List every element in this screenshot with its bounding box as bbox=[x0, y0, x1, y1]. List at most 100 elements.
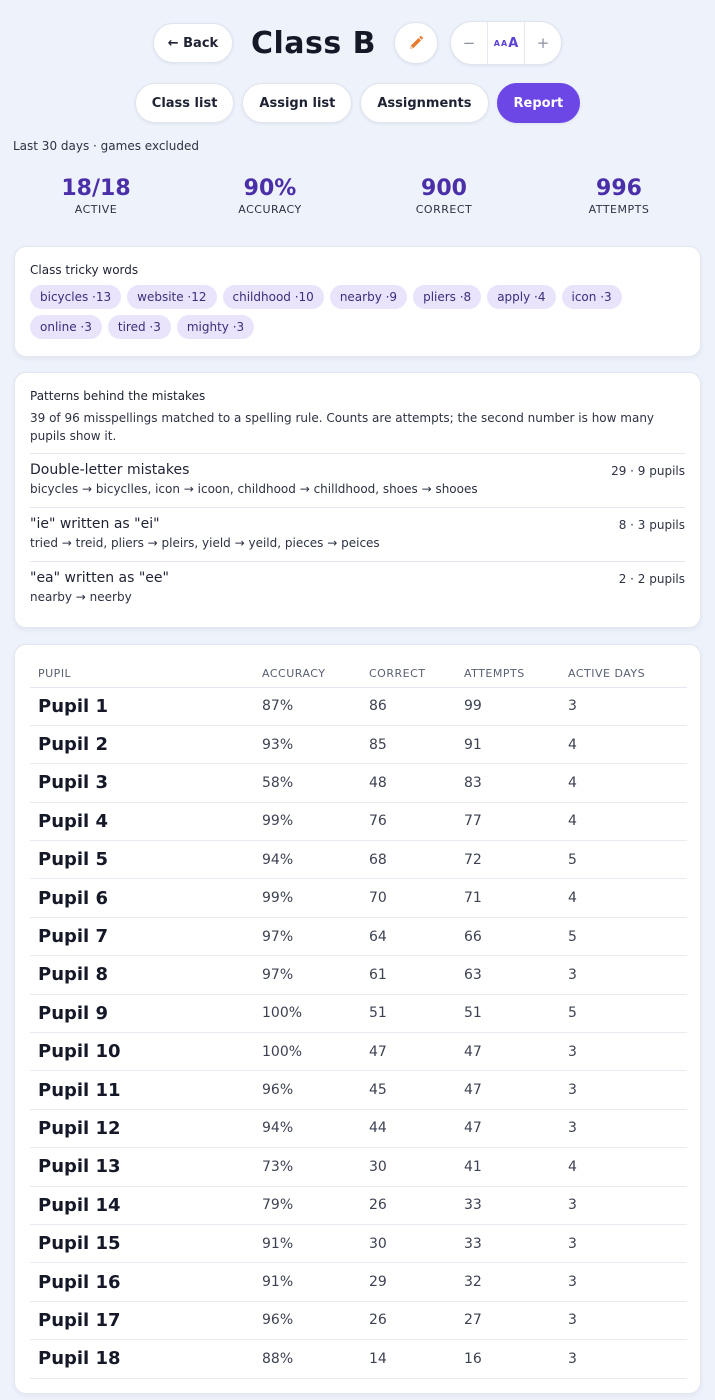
tricky-word-chip[interactable]: nearby ·9 bbox=[329, 285, 408, 309]
tricky-word-chip[interactable]: pliers ·8 bbox=[413, 285, 482, 309]
attempts-cell: 66 bbox=[464, 917, 568, 957]
attempts-cell: 99 bbox=[464, 687, 568, 726]
attempts-cell: 77 bbox=[464, 802, 568, 842]
correct-cell: 14 bbox=[369, 1339, 464, 1379]
table-row[interactable]: Pupil 18 88% 14 16 3 bbox=[30, 1339, 687, 1379]
header: ← Back Class B − A A A + bbox=[0, 20, 715, 66]
correct-cell: 29 bbox=[369, 1262, 464, 1302]
correct-cell: 64 bbox=[369, 917, 464, 957]
attempts-cell: 91 bbox=[464, 725, 568, 765]
tricky-word-chip[interactable]: childhood ·10 bbox=[222, 285, 324, 309]
font-size-indicator[interactable]: A A A bbox=[487, 22, 526, 64]
pattern-row: Double-letter mistakes bicycles → bicycll… bbox=[30, 453, 685, 499]
tricky-word-chip[interactable]: website ·12 bbox=[127, 285, 217, 309]
table-row[interactable]: Pupil 10 100% 47 47 3 bbox=[30, 1032, 687, 1072]
table-row[interactable]: Pupil 6 99% 70 71 4 bbox=[30, 878, 687, 918]
stat-value: 996 bbox=[596, 176, 642, 201]
table-header-row: PUPIL ACCURACY CORRECT ATTEMPTS ACTIVE D… bbox=[30, 661, 687, 688]
active-days-cell: 4 bbox=[568, 878, 687, 918]
correct-cell: 26 bbox=[369, 1186, 464, 1225]
font-size-control: − A A A + bbox=[450, 21, 563, 65]
table-row[interactable]: Pupil 4 99% 76 77 4 bbox=[30, 802, 687, 842]
table-row[interactable]: Pupil 8 97% 61 63 3 bbox=[30, 955, 687, 995]
font-decrease-button[interactable]: − bbox=[451, 22, 487, 64]
attempts-cell: 83 bbox=[464, 763, 568, 803]
pupil-name-cell: Pupil 16 bbox=[30, 1262, 262, 1302]
correct-cell: 76 bbox=[369, 802, 464, 842]
table-row[interactable]: Pupil 17 96% 26 27 3 bbox=[30, 1301, 687, 1341]
tab-report[interactable]: Report bbox=[496, 83, 581, 123]
pupil-name-cell: Pupil 4 bbox=[30, 802, 262, 842]
pupil-name-cell: Pupil 14 bbox=[30, 1186, 262, 1225]
tricky-word-chip[interactable]: mighty ·3 bbox=[176, 315, 255, 339]
table-row[interactable]: Pupil 12 94% 44 47 3 bbox=[30, 1109, 687, 1149]
stat-active: 18/18 ACTIVE bbox=[26, 176, 166, 216]
stat-label: CORRECT bbox=[415, 203, 473, 216]
accuracy-cell: 94% bbox=[262, 1109, 369, 1149]
table-row[interactable]: Pupil 2 93% 85 91 4 bbox=[30, 725, 687, 765]
accuracy-cell: 91% bbox=[262, 1224, 369, 1264]
pupil-name-cell: Pupil 1 bbox=[30, 687, 262, 726]
stat-value: 900 bbox=[421, 176, 467, 201]
table-row[interactable]: Pupil 9 100% 51 51 5 bbox=[30, 994, 687, 1034]
active-days-cell: 5 bbox=[568, 917, 687, 957]
tab-class-list[interactable]: Class list bbox=[134, 83, 235, 123]
active-days-cell: 4 bbox=[568, 802, 687, 842]
pattern-count: 2 · 2 pupils bbox=[618, 572, 685, 586]
tricky-word-chip[interactable]: online ·3 bbox=[30, 315, 102, 339]
correct-cell: 26 bbox=[369, 1301, 464, 1341]
page-title: Class B bbox=[250, 25, 377, 61]
pupil-name-cell: Pupil 5 bbox=[30, 840, 262, 880]
pattern-row: "ea" written as "ee" nearby → neerby 2 · 2… bbox=[30, 561, 685, 607]
pattern-examples: bicycles → bicyclles, icon → icoon, chil… bbox=[30, 482, 478, 496]
table-row[interactable]: Pupil 5 94% 68 72 5 bbox=[30, 840, 687, 880]
accuracy-cell: 94% bbox=[262, 840, 369, 880]
col-header-active-days[interactable]: ACTIVE DAYS bbox=[568, 661, 687, 688]
pattern-examples: tried → treid, pliers → pleirs, yield → … bbox=[30, 536, 380, 550]
attempts-cell: 33 bbox=[464, 1186, 568, 1225]
active-days-cell: 3 bbox=[568, 1339, 687, 1379]
accuracy-cell: 88% bbox=[262, 1339, 369, 1379]
table-row[interactable]: Pupil 3 58% 48 83 4 bbox=[30, 763, 687, 803]
patterns-title: Patterns behind the mistakes bbox=[30, 389, 206, 403]
col-header-pupil[interactable]: PUPIL bbox=[30, 661, 262, 688]
col-header-correct[interactable]: CORRECT bbox=[369, 661, 464, 688]
col-header-attempts[interactable]: ATTEMPTS bbox=[464, 661, 568, 688]
accuracy-cell: 100% bbox=[262, 994, 369, 1034]
table-row[interactable]: Pupil 7 97% 64 66 5 bbox=[30, 917, 687, 957]
active-days-cell: 3 bbox=[568, 1301, 687, 1341]
table-row[interactable]: Pupil 1 87% 86 99 3 bbox=[30, 687, 687, 726]
accuracy-cell: 87% bbox=[262, 687, 369, 726]
tricky-words-card: Class tricky words bicycles ·13 website ·… bbox=[14, 246, 701, 357]
pattern-name: "ea" written as "ee" bbox=[30, 570, 169, 586]
tricky-word-chip[interactable]: bicycles ·13 bbox=[30, 285, 122, 309]
table-row[interactable]: Pupil 16 91% 29 32 3 bbox=[30, 1262, 687, 1302]
back-button[interactable]: ← Back bbox=[152, 23, 233, 63]
tricky-word-chip[interactable]: apply ·4 bbox=[487, 285, 556, 309]
tab-assignments[interactable]: Assignments bbox=[360, 83, 489, 123]
font-increase-button[interactable]: + bbox=[525, 22, 561, 64]
active-days-cell: 3 bbox=[568, 1070, 687, 1110]
table-row[interactable]: Pupil 13 73% 30 41 4 bbox=[30, 1147, 687, 1187]
active-days-cell: 3 bbox=[568, 687, 687, 726]
correct-cell: 44 bbox=[369, 1109, 464, 1149]
tricky-word-chip[interactable]: icon ·3 bbox=[561, 285, 622, 309]
tricky-word-chip[interactable]: tired ·3 bbox=[107, 315, 171, 339]
edit-button[interactable] bbox=[394, 22, 439, 64]
active-days-cell: 3 bbox=[568, 955, 687, 995]
table-row[interactable]: Pupil 15 91% 30 33 3 bbox=[30, 1224, 687, 1264]
pattern-examples: nearby → neerby bbox=[30, 590, 132, 604]
correct-cell: 30 bbox=[369, 1147, 464, 1187]
pupil-name-cell: Pupil 17 bbox=[30, 1301, 262, 1341]
table-row[interactable]: Pupil 14 79% 26 33 3 bbox=[30, 1186, 687, 1225]
stat-attempts: 996 ATTEMPTS bbox=[549, 176, 689, 216]
pupil-name-cell: Pupil 9 bbox=[30, 994, 262, 1034]
tab-assign-list[interactable]: Assign list bbox=[242, 83, 353, 123]
active-days-cell: 3 bbox=[568, 1109, 687, 1149]
stat-value: 90% bbox=[243, 176, 297, 201]
pupil-name-cell: Pupil 8 bbox=[30, 955, 262, 995]
active-days-cell: 3 bbox=[568, 1032, 687, 1072]
date-range-label: Last 30 days · games excluded bbox=[13, 139, 199, 153]
col-header-accuracy[interactable]: ACCURACY bbox=[262, 661, 369, 688]
table-row[interactable]: Pupil 11 96% 45 47 3 bbox=[30, 1070, 687, 1110]
